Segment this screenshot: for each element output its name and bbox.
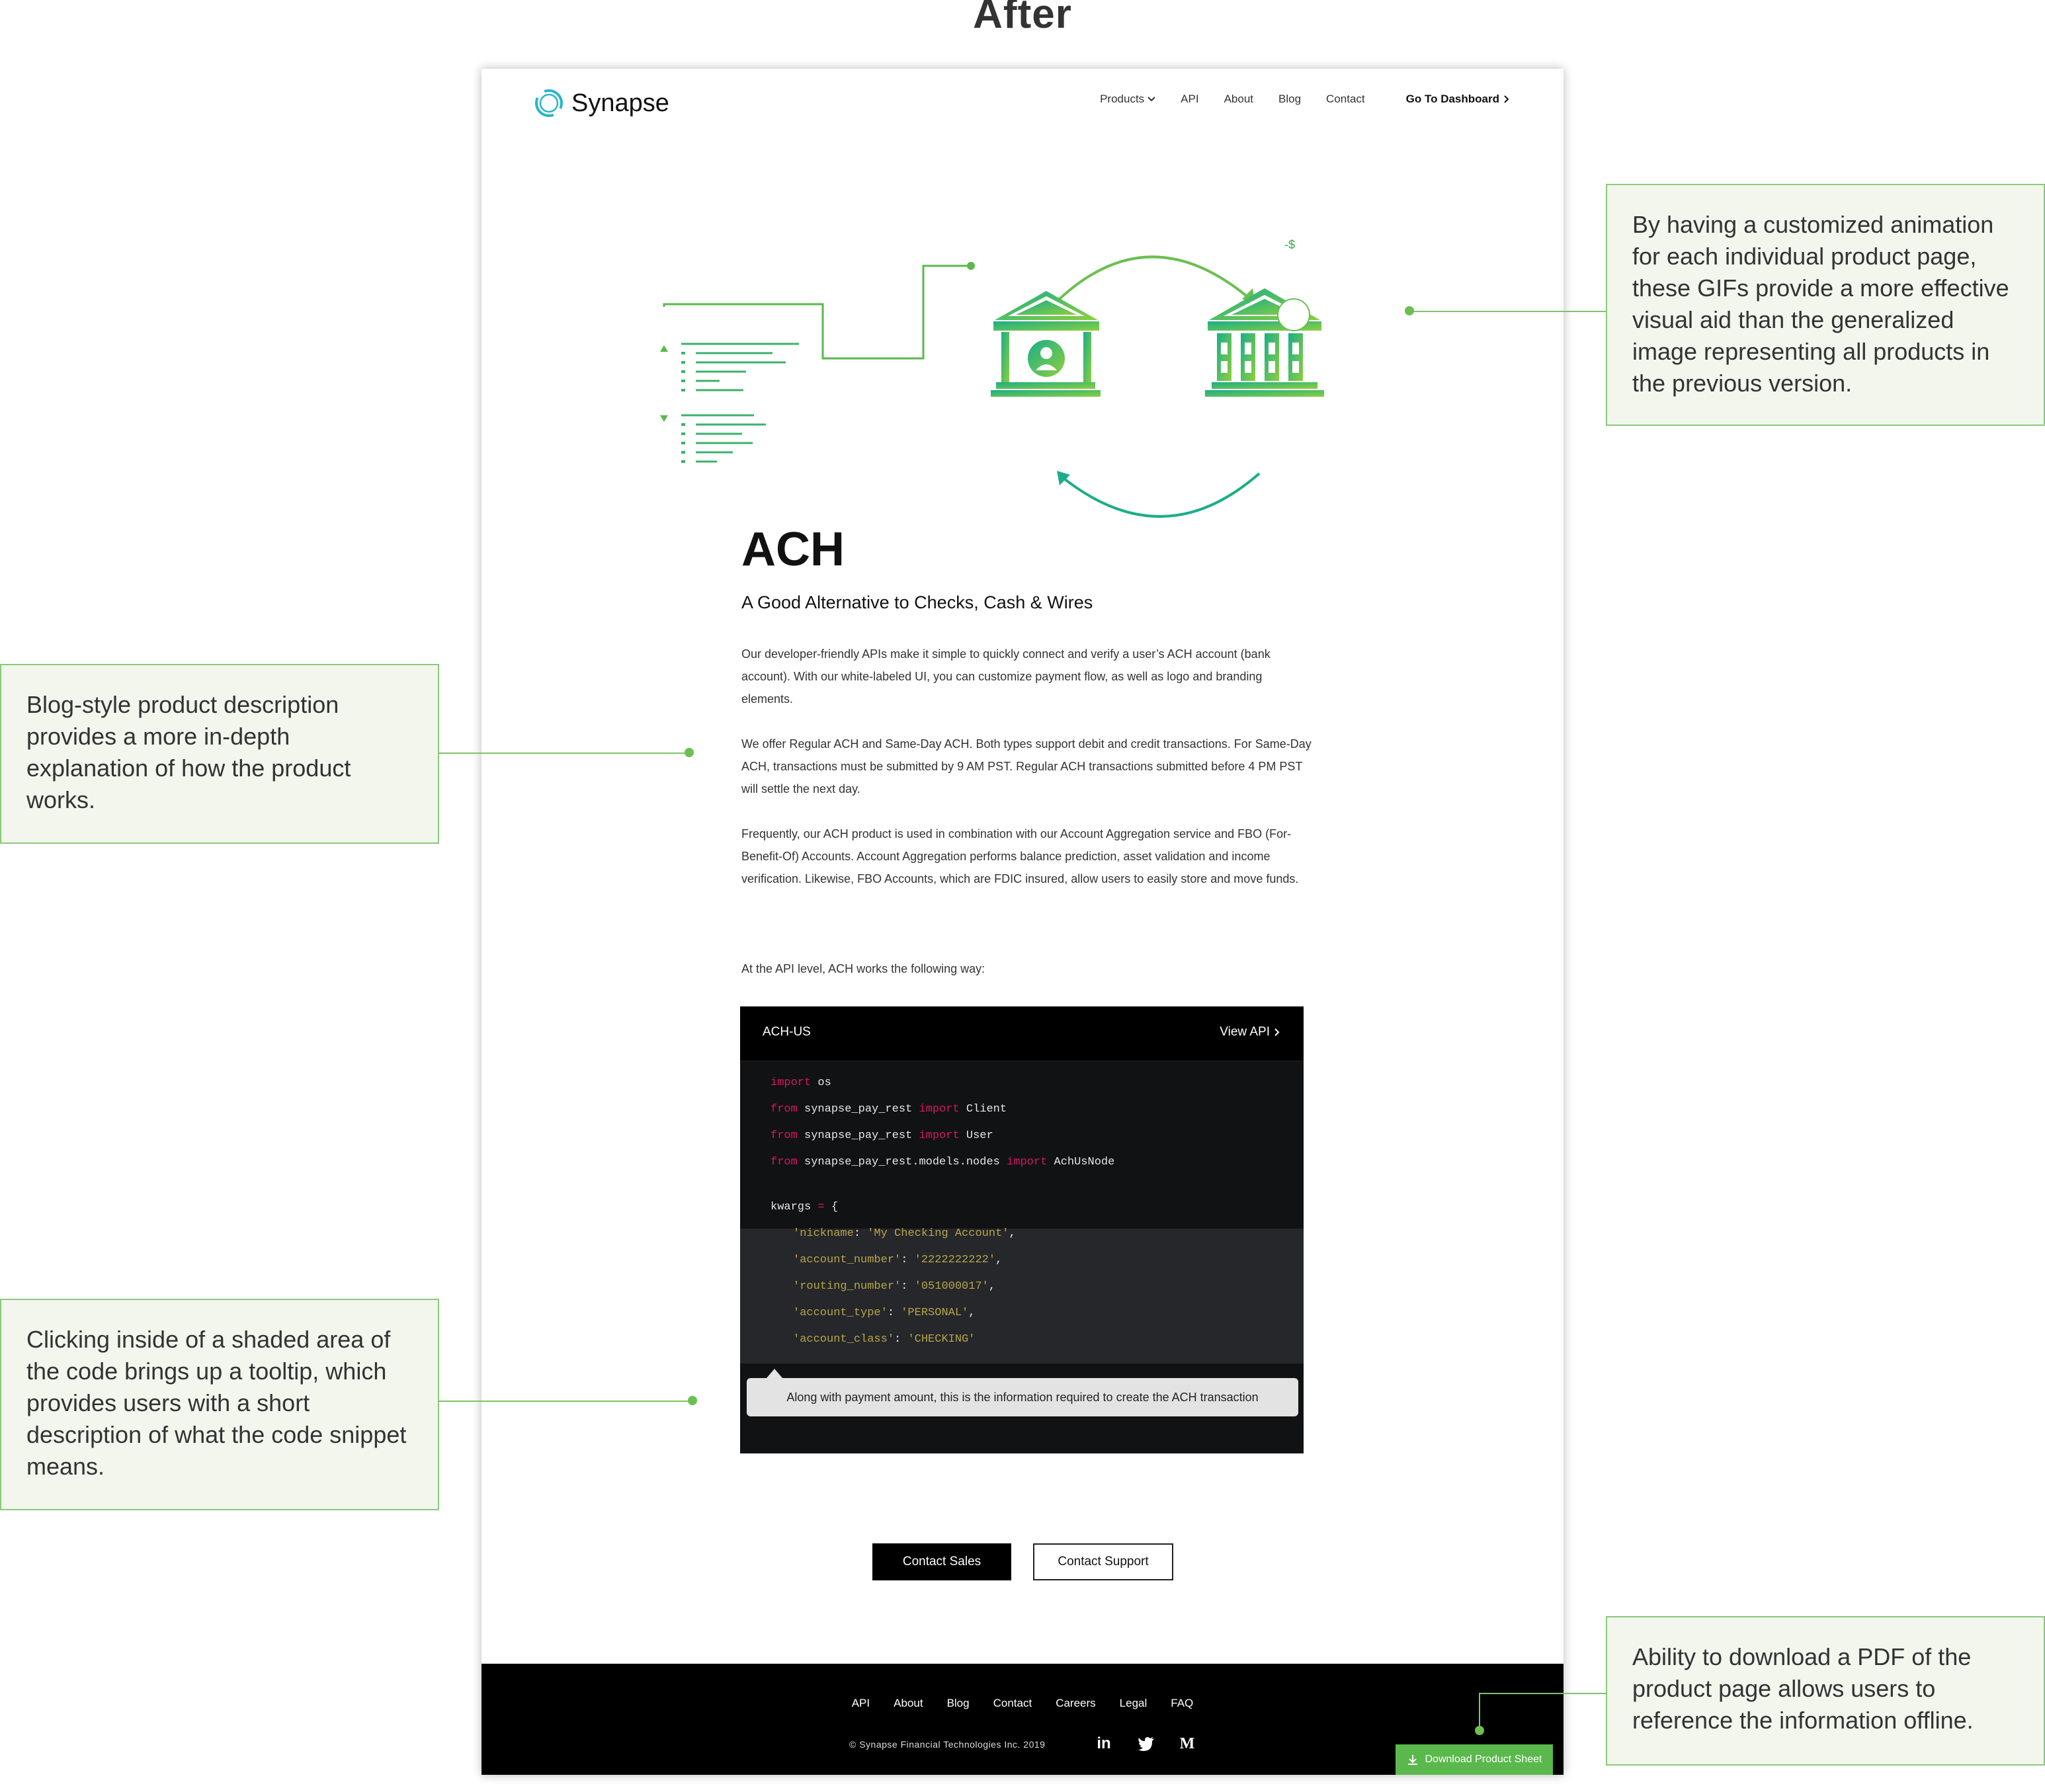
footer-link-careers[interactable]: Careers — [1056, 1697, 1095, 1710]
footer-link-blog[interactable]: Blog — [947, 1697, 970, 1710]
download-icon — [1407, 1755, 1417, 1765]
contact-support-button[interactable]: Contact Support — [1033, 1543, 1173, 1580]
product-title: ACH — [741, 523, 845, 576]
code-line: 'routing_number': '051000017', — [793, 1280, 996, 1293]
footer-link-contact[interactable]: Contact — [993, 1697, 1032, 1710]
annotation-tooltip: Clicking inside of a shaded area of the … — [0, 1299, 439, 1510]
chevron-right-icon — [1274, 1028, 1280, 1036]
code-line: 'account_class': 'CHECKING' — [793, 1333, 976, 1346]
annotation-description: Blog-style product description provides … — [0, 664, 439, 844]
tooltip-arrow — [767, 1369, 782, 1378]
copyright-text: © Synapse Financial Technologies Inc. 20… — [849, 1739, 1046, 1750]
footer-link-faq[interactable]: FAQ — [1171, 1697, 1193, 1710]
download-product-sheet-button[interactable]: Download Product Sheet — [1396, 1744, 1553, 1775]
code-line: from synapse_pay_rest.models.nodes impor… — [771, 1156, 1115, 1168]
code-tooltip: Along with payment amount, this is the i… — [747, 1378, 1298, 1416]
twitter-bird-glyph — [1138, 1737, 1154, 1751]
debit-badge: -$ — [1284, 238, 1296, 251]
annotation-connector — [1409, 311, 1606, 312]
footer-link-legal[interactable]: Legal — [1120, 1697, 1148, 1710]
annotation-dot — [1405, 306, 1414, 315]
synapse-logo-icon — [535, 89, 563, 117]
annotation-connector — [439, 753, 690, 754]
document-lines-graphic — [660, 262, 975, 463]
annotation-connector — [439, 1401, 693, 1402]
bank-user-icon — [991, 291, 1101, 397]
twitter-icon[interactable] — [1135, 1732, 1157, 1755]
top-nav: Products API About Blog Contact Go To Da… — [1075, 93, 1509, 106]
nav-blog[interactable]: Blog — [1278, 93, 1301, 106]
website-mockup: Synapse Products API About Blog Contact … — [481, 69, 1564, 1775]
annotation-dot — [688, 1396, 697, 1405]
product-subtitle: A Good Alternative to Checks, Cash & Wir… — [741, 592, 1093, 612]
annotation-connector — [1479, 1693, 1480, 1730]
chevron-right-icon — [1504, 95, 1509, 103]
linkedin-icon[interactable]: in — [1093, 1732, 1115, 1755]
brand-name: Synapse — [571, 89, 669, 117]
code-panel-header: ACH-US View API — [740, 1006, 1304, 1061]
annotation-animation: By having a customized animation for eac… — [1606, 184, 2045, 426]
go-to-dashboard-link[interactable]: Go To Dashboard — [1406, 93, 1509, 106]
code-line: 'nickname: 'My Checking Account', — [793, 1227, 1016, 1240]
annotation-dot — [1475, 1726, 1484, 1735]
nav-api[interactable]: API — [1181, 93, 1198, 106]
brand-logo[interactable]: Synapse — [533, 82, 669, 124]
code-snippet-panel: ACH-US View API import os from synapse_p… — [740, 1006, 1304, 1453]
code-language-label: ACH-US — [763, 1025, 811, 1039]
contact-sales-button[interactable]: Contact Sales — [872, 1543, 1011, 1580]
page-heading: After — [973, 0, 1072, 37]
description-paragraph-3: Frequently, our ACH product is used in c… — [741, 827, 1299, 885]
nav-about[interactable]: About — [1224, 93, 1253, 106]
bank-icon — [1205, 288, 1324, 397]
code-line: 'account_type': 'PERSONAL', — [793, 1307, 976, 1319]
code-line: from synapse_pay_rest import Client — [771, 1103, 1007, 1116]
code-line: import os — [771, 1077, 831, 1089]
footer: API About Blog Contact Careers Legal FAQ… — [481, 1664, 1564, 1775]
annotation-connector — [1479, 1693, 1606, 1694]
footer-link-about[interactable]: About — [894, 1697, 923, 1710]
ach-animation-illustration — [660, 255, 1324, 518]
annotation-dot — [685, 748, 694, 757]
chevron-down-icon — [1148, 97, 1155, 102]
code-line: kwargs = { — [771, 1201, 839, 1213]
code-line: from synapse_pay_rest import User — [771, 1129, 993, 1142]
api-intro-text: At the API level, ACH works the followin… — [741, 962, 985, 975]
view-api-link[interactable]: View API — [1220, 1025, 1280, 1039]
description-paragraph-2: We offer Regular ACH and Same-Day ACH. B… — [741, 737, 1312, 795]
annotation-download: Ability to download a PDF of the product… — [1606, 1616, 2045, 1766]
code-line: 'account_number': '2222222222', — [793, 1254, 1003, 1266]
footer-link-api[interactable]: API — [852, 1697, 870, 1710]
nav-products[interactable]: Products — [1100, 93, 1155, 106]
medium-icon[interactable]: M — [1176, 1732, 1198, 1755]
nav-contact[interactable]: Contact — [1326, 93, 1365, 106]
footer-links: API About Blog Contact Careers Legal FAQ — [481, 1697, 1564, 1710]
description-paragraph-1: Our developer-friendly APIs make it simp… — [741, 647, 1271, 706]
